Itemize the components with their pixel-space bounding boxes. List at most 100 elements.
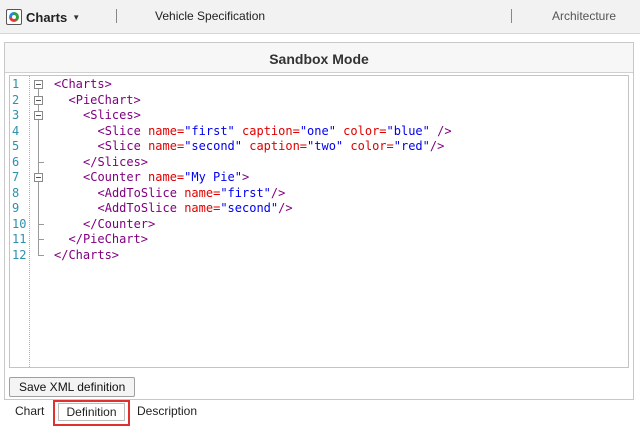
fold-toggle-icon[interactable] [34,80,43,89]
line-number: 9 [12,201,20,215]
xml-token-tag: <PieChart> [68,92,141,107]
xml-token-tag: </Counter> [83,216,156,231]
code-line: 6 </Slices> [10,154,628,171]
sandbox-panel: Sandbox Mode 1 <Charts> 2 <PieChart> 3 <Slice… [4,42,634,400]
code-text: <Slice name="first" caption="one" color=… [98,124,452,140]
xml-token-val: "blue" [386,123,430,138]
xml-token-tag: <Slice [97,139,149,153]
xml-token-tag: <Slices> [83,108,141,122]
code-text: <Slice name="second" caption="two" color… [98,139,445,155]
code-text: <PieChart> [69,93,141,109]
separator [511,9,512,23]
panel-title: Sandbox Mode [5,43,633,73]
line-number: 8 [12,185,20,200]
tab-chart[interactable]: Chart [15,404,44,418]
top-bar: Charts ▼ Vehicle Specification Architect… [0,0,640,34]
fold-toggle-icon[interactable] [34,95,43,105]
code-text: </PieChart> [69,232,148,248]
code-line: 2 <PieChart> [10,92,628,109]
xml-token-val: "second" [220,201,279,215]
xml-token-tag: </Charts> [54,247,120,262]
line-number: 10 [12,216,27,231]
xml-token-tag: </Slices> [83,154,149,169]
xml-token-tag: </PieChart> [68,232,148,246]
fold-guide [38,123,39,139]
code-text: </Slices> [83,155,148,171]
code-line: 11 </PieChart> [10,232,628,248]
line-number: 11 [12,232,27,246]
code-line: 5 <Slice name="second" caption="two" colo… [10,139,628,155]
xml-token-val: "second" [184,139,242,153]
code-line: 10 </Counter> [10,216,628,233]
separator [116,9,117,23]
xml-token-tag: <Charts> [54,77,112,91]
xml-token-tag: <AddToSlice [97,201,185,215]
line-number: 12 [12,247,27,262]
xml-token-tag: > [241,170,250,184]
xml-token-tag: <Counter [83,170,149,184]
fold-end-mark [38,239,44,240]
xml-token-val: "two" [307,139,344,153]
fold-guide [38,139,39,155]
xml-token-tag: /> [278,201,293,215]
app-name: Charts [26,9,68,25]
code-text: <Charts> [54,77,112,93]
xml-token-attr: name= [148,139,185,153]
fold-end-mark [38,223,44,225]
line-number: 1 [12,77,20,91]
code-line: 1 <Charts> [10,77,628,93]
app-menu-button[interactable]: Charts ▼ [6,7,80,27]
fold-toggle-icon[interactable] [34,111,43,120]
tab-definition[interactable]: Definition [53,400,130,426]
xml-token-attr: name= [148,170,185,184]
line-number: 5 [12,139,20,153]
xml-token-attr: name= [184,201,221,215]
xml-token-val: "one" [299,123,336,138]
xml-token-tag: /> [270,185,286,200]
code-line: 8 <AddToSlice name="first"/> [10,185,628,202]
code-text: <Counter name="My Pie"> [83,170,249,186]
code-text: <AddToSlice name="first"/> [98,186,286,202]
fold-guide [38,201,39,217]
code-text: </Counter> [83,217,155,233]
fold-end-mark [38,247,44,256]
tab-definition-label: Definition [58,403,125,421]
xml-token-attr: color= [350,139,394,153]
code-text: <AddToSlice name="second"/> [98,201,293,217]
xml-token-val: "first" [220,185,271,200]
chevron-down-icon: ▼ [72,12,81,22]
line-number: 4 [12,123,20,138]
code-text: <Slices> [83,108,141,124]
xml-token-tag: /> [429,139,445,153]
code-line: 4 <Slice name="first" caption="one" color… [10,123,628,140]
fold-end-mark [38,161,44,163]
xml-token-tag: <Slice [97,123,149,138]
code-line: 9 <AddToSlice name="second"/> [10,201,628,217]
xml-token-attr: color= [343,123,387,138]
tab-vehicle-specification[interactable]: Vehicle Specification [155,9,265,23]
xml-token-tag: /> [437,123,452,138]
xml-token-attr: name= [148,123,185,138]
code-line: 3 <Slices> [10,108,628,124]
code-line: 12 </Charts> [10,247,628,264]
xml-editor[interactable]: 1 <Charts> 2 <PieChart> 3 <Slices> 4 <Slice nam… [9,75,629,368]
xml-token-val: "red" [393,139,430,153]
line-number: 2 [12,92,20,107]
xml-token-plain [235,124,242,138]
line-number: 6 [12,154,20,169]
code-text: </Charts> [54,248,119,264]
pie-chart-logo-icon [6,9,22,25]
fold-guide [38,185,39,201]
xml-token-val: "My Pie" [184,170,242,184]
bottom-tab-bar: Chart Definition Description [0,400,640,429]
xml-token-attr: caption= [249,139,308,153]
tab-architecture[interactable]: Architecture [552,9,616,23]
save-xml-button[interactable]: Save XML definition [9,377,136,397]
line-number: 7 [12,170,20,184]
fold-toggle-icon[interactable] [34,173,43,182]
xml-token-tag: <AddToSlice [97,185,185,200]
tab-description[interactable]: Description [137,404,197,418]
line-number: 3 [12,108,20,122]
xml-token-val: "first" [184,123,235,138]
code-line: 7 <Counter name="My Pie"> [10,170,628,186]
